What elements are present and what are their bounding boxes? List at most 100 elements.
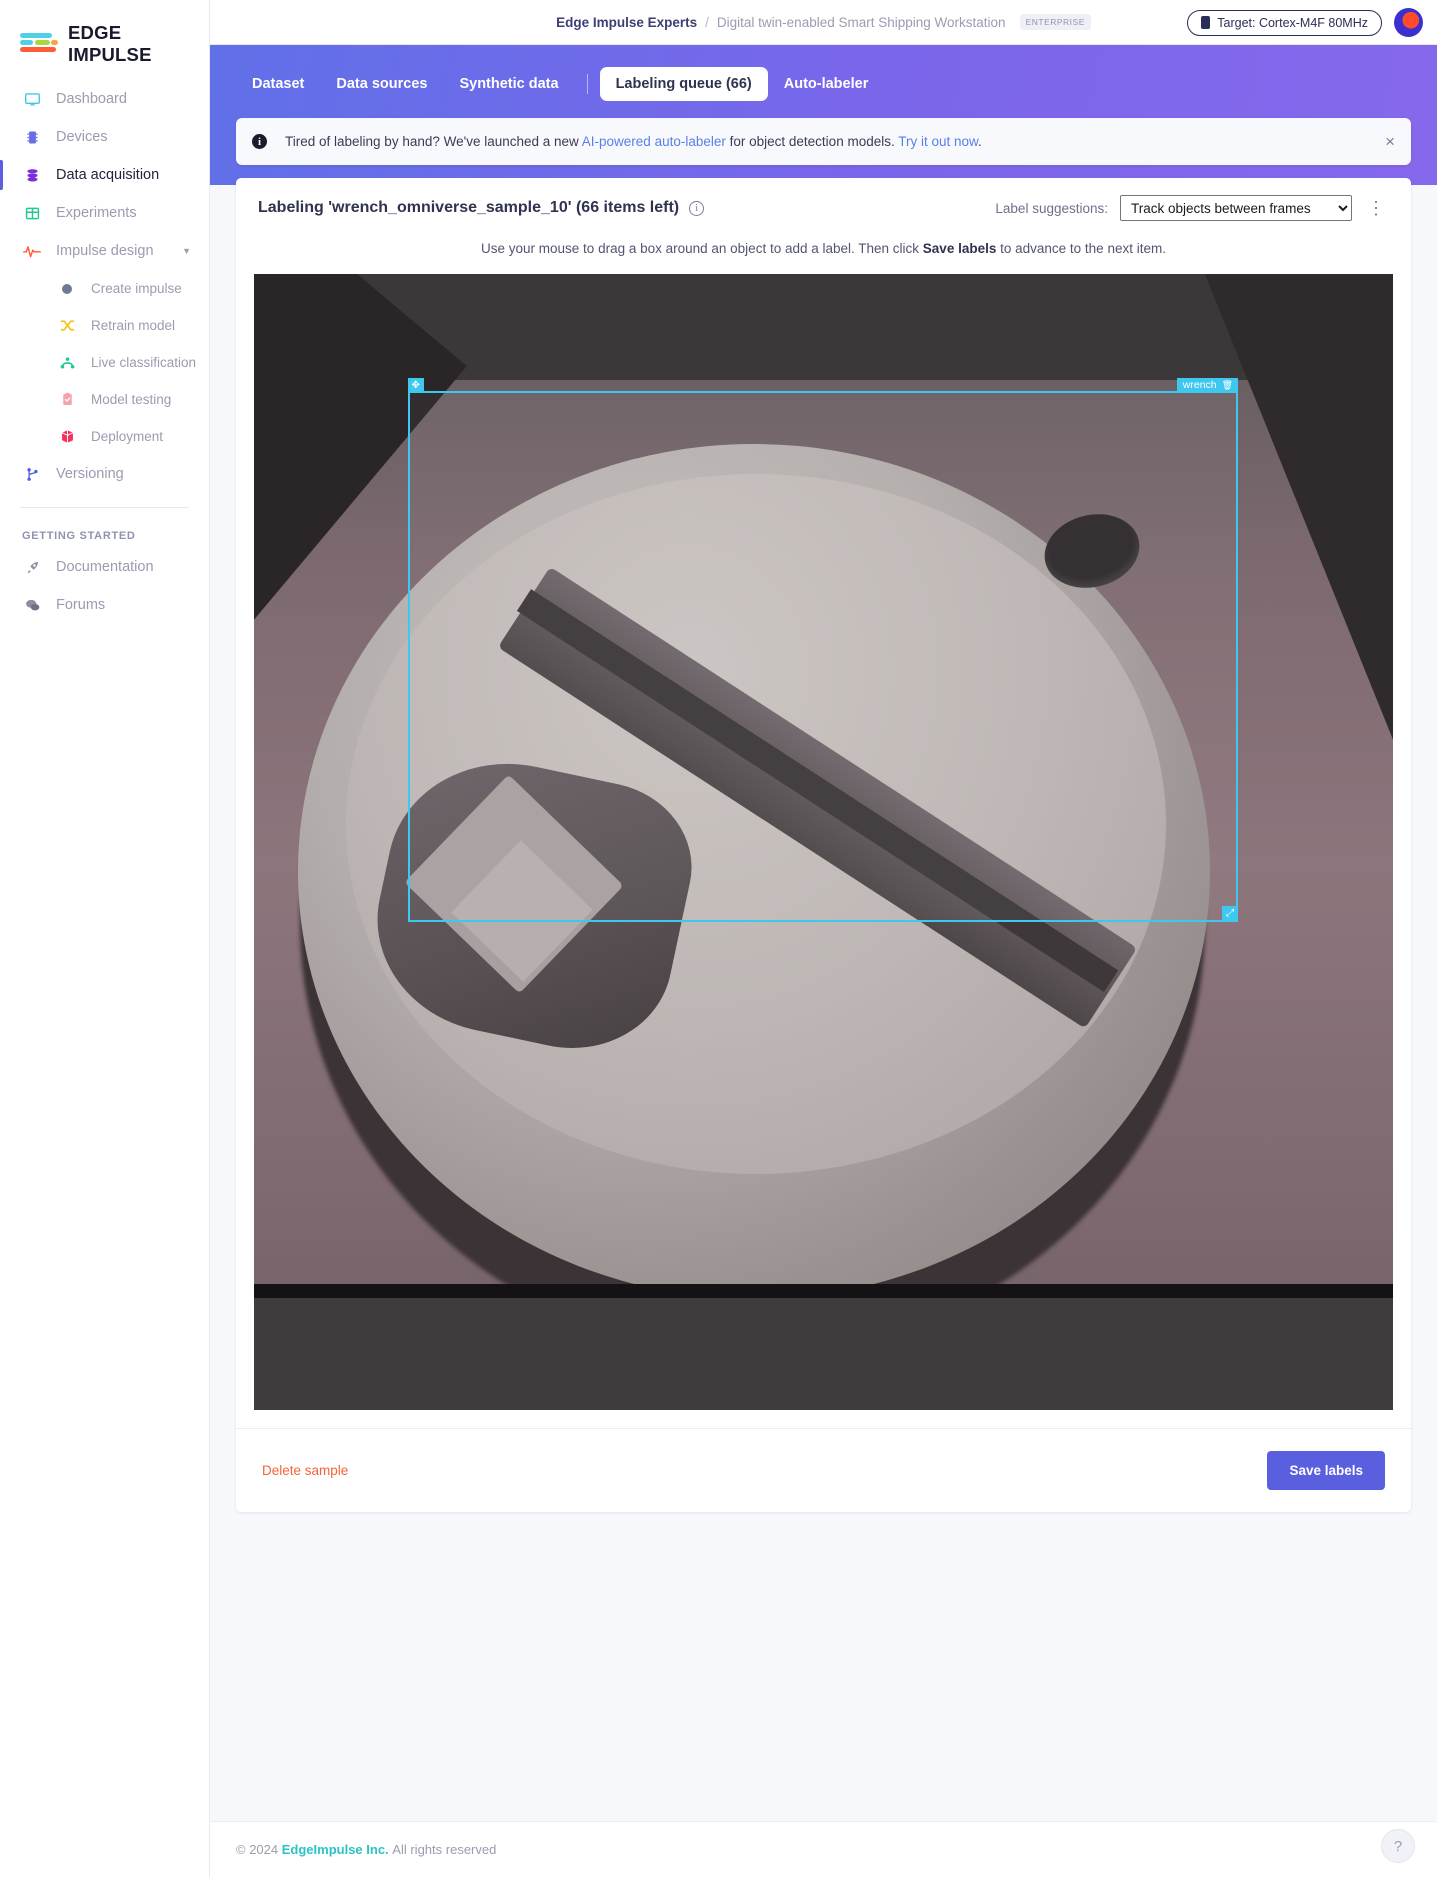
sidebar-item-label: Impulse design [56, 243, 154, 259]
sidebar-item-dashboard[interactable]: Dashboard [0, 80, 209, 118]
dot-icon [57, 279, 77, 299]
tab-bar: Dataset Data sources Synthetic data Labe… [210, 45, 1437, 101]
hint-bold: Save labels [922, 241, 997, 256]
banner-link-auto-labeler[interactable]: AI-powered auto-labeler [582, 134, 726, 149]
target-selector-button[interactable]: Target: Cortex-M4F 80MHz [1187, 9, 1382, 36]
tab-labeling-queue[interactable]: Labeling queue (66) [599, 67, 768, 101]
breadcrumb-org[interactable]: Edge Impulse Experts [556, 15, 697, 30]
sidebar-item-forums[interactable]: Forums [0, 586, 209, 624]
sidebar: EDGE IMPULSE Dashboard Devices Data acqu… [0, 0, 210, 1877]
banner-text-mid: for object detection models. [725, 134, 899, 149]
sidebar-item-data-acquisition[interactable]: Data acquisition [0, 156, 209, 194]
sidebar-item-model-testing[interactable]: Model testing [35, 381, 209, 418]
labeling-card-controls: Label suggestions: Track objects between… [995, 195, 1389, 221]
sidebar-nav: Dashboard Devices Data acquisition Exper… [0, 66, 209, 624]
bounding-box-label-text: wrench [1182, 379, 1217, 391]
sidebar-item-label: Experiments [56, 205, 137, 221]
page-title: Labeling 'wrench_omniverse_sample_10' (6… [258, 199, 680, 216]
hint-after: to advance to the next item. [996, 241, 1166, 256]
sidebar-item-label: Data acquisition [56, 167, 160, 183]
labeling-instructions: Use your mouse to drag a box around an o… [236, 237, 1411, 274]
database-icon [22, 165, 42, 185]
sidebar-item-impulse-design[interactable]: Impulse design ▼ [0, 232, 209, 270]
breadcrumb-project[interactable]: Digital twin-enabled Smart Shipping Work… [717, 15, 1006, 30]
classify-icon [57, 353, 77, 373]
sidebar-item-label: Forums [56, 597, 106, 613]
tab-synthetic-data[interactable]: Synthetic data [443, 67, 574, 101]
avatar[interactable] [1394, 8, 1423, 37]
delete-sample-button[interactable]: Delete sample [262, 1463, 348, 1478]
sidebar-item-experiments[interactable]: Experiments [0, 194, 209, 232]
footer-rights: All rights reserved [392, 1842, 497, 1857]
info-icon: i [252, 134, 267, 149]
main-area: Edge Impulse Experts / Digital twin-enab… [210, 0, 1437, 1877]
sidebar-item-create-impulse[interactable]: Create impulse [35, 270, 209, 307]
help-button[interactable]: ? [1381, 1829, 1415, 1863]
sidebar-item-retrain-model[interactable]: Retrain model [35, 307, 209, 344]
page-footer: © 2024 EdgeImpulse Inc. All rights reser… [210, 1821, 1437, 1877]
sidebar-item-versioning[interactable]: Versioning [0, 455, 209, 493]
sidebar-subitem-label: Model testing [91, 392, 172, 407]
labeling-card: Labeling 'wrench_omniverse_sample_10' (6… [236, 178, 1411, 1512]
edge-impulse-logo-icon [20, 30, 58, 58]
sidebar-subitem-label: Create impulse [91, 281, 182, 296]
chevron-down-icon[interactable]: ▼ [182, 246, 191, 256]
grid-icon [22, 203, 42, 223]
banner-text-before: Tired of labeling by hand? We've launche… [285, 134, 582, 149]
tab-auto-labeler[interactable]: Auto-labeler [768, 67, 885, 101]
hint-before: Use your mouse to drag a box around an o… [481, 241, 923, 256]
app-root: EDGE IMPULSE Dashboard Devices Data acqu… [0, 0, 1437, 1877]
chat-icon [22, 595, 42, 615]
box-icon [57, 427, 77, 447]
overflow-menu-icon[interactable]: ⋮ [1364, 199, 1389, 217]
tab-data-sources[interactable]: Data sources [320, 67, 443, 101]
auto-labeler-banner: i Tired of labeling by hand? We've launc… [236, 118, 1411, 165]
footer-copyright: © 2024 [236, 1842, 279, 1857]
banner-text: Tired of labeling by hand? We've launche… [285, 134, 982, 149]
labeling-card-footer: Delete sample Save labels [236, 1428, 1411, 1512]
sidebar-item-documentation[interactable]: Documentation [0, 548, 209, 586]
topbar: Edge Impulse Experts / Digital twin-enab… [210, 0, 1437, 45]
info-icon[interactable]: i [689, 200, 705, 216]
sidebar-item-label: Documentation [56, 559, 154, 575]
sidebar-subitem-label: Retrain model [91, 318, 176, 333]
breadcrumb-separator: / [705, 14, 709, 30]
bounding-box[interactable]: ✥ wrench 🗑 ⤢ [407, 378, 1239, 922]
brand-logo[interactable]: EDGE IMPULSE [0, 0, 209, 66]
sidebar-item-label: Versioning [56, 466, 124, 482]
pulse-icon [22, 241, 42, 261]
label-suggestions-select[interactable]: Track objects between frames None Classi… [1120, 195, 1352, 221]
brand-name: EDGE IMPULSE [68, 22, 152, 65]
banner-link-try-it-out[interactable]: Try it out now [898, 134, 978, 149]
enterprise-badge: ENTERPRISE [1019, 14, 1091, 30]
sidebar-item-devices[interactable]: Devices [0, 118, 209, 156]
sidebar-subitem-label: Live classification [91, 355, 197, 370]
target-label: Target: Cortex-M4F 80MHz [1217, 15, 1368, 30]
tab-divider [586, 74, 588, 94]
banner-text-after: . [978, 134, 982, 149]
shuffle-icon [57, 316, 77, 336]
save-labels-button[interactable]: Save labels [1267, 1451, 1385, 1490]
sidebar-item-label: Devices [56, 129, 108, 145]
resize-handle-icon[interactable]: ⤢ [1222, 905, 1239, 922]
clipboard-check-icon [57, 390, 77, 410]
chip-icon [22, 127, 42, 147]
image-canvas-wrapper: ✥ wrench 🗑 ⤢ [236, 274, 1411, 1410]
move-handle-icon[interactable]: ✥ [407, 378, 424, 393]
sidebar-item-label: Dashboard [56, 91, 127, 107]
sidebar-item-deployment[interactable]: Deployment [35, 418, 209, 455]
labeling-canvas[interactable]: ✥ wrench 🗑 ⤢ [254, 274, 1393, 1410]
tab-dataset[interactable]: Dataset [236, 67, 320, 101]
bounding-box-label[interactable]: wrench 🗑 [1176, 378, 1239, 393]
close-icon[interactable]: × [1385, 133, 1395, 150]
monitor-icon [22, 89, 42, 109]
branch-icon [22, 464, 42, 484]
label-suggestions-label: Label suggestions: [995, 200, 1108, 216]
sidebar-subitem-label: Deployment [91, 429, 164, 444]
trash-icon[interactable]: 🗑 [1222, 380, 1233, 391]
topbar-right: Target: Cortex-M4F 80MHz [1187, 0, 1423, 45]
chip-icon [1201, 16, 1211, 29]
footer-company: EdgeImpulse Inc. [281, 1842, 389, 1857]
labeling-card-header: Labeling 'wrench_omniverse_sample_10' (6… [236, 178, 1411, 237]
sidebar-item-live-classification[interactable]: Live classification [35, 344, 209, 381]
